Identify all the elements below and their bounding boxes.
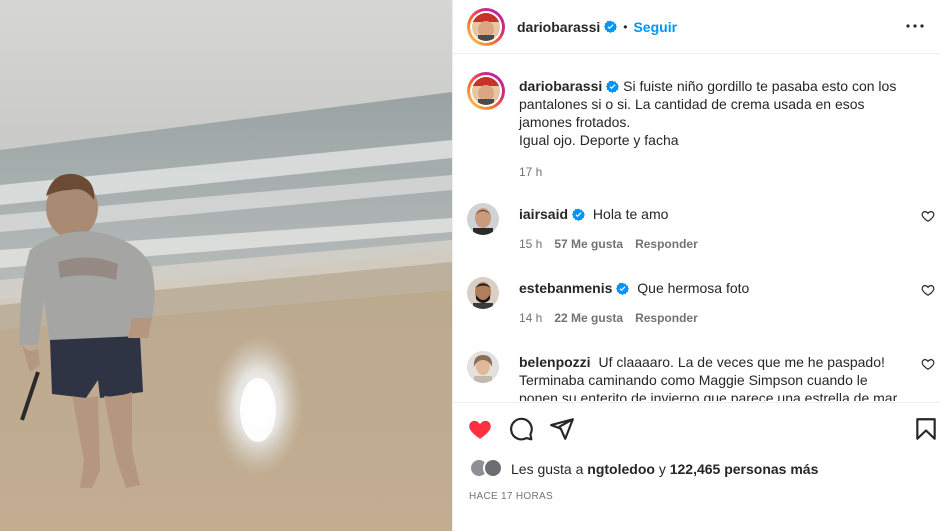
- comment-username[interactable]: belenpozzi: [519, 354, 591, 370]
- avatar: [472, 77, 500, 105]
- likes-suffix[interactable]: personas más: [724, 461, 818, 477]
- likes-summary: Les gusta a ngtoledoo y 122,465 personas…: [469, 458, 818, 480]
- comment-likes-count[interactable]: 57 Me gusta: [554, 237, 623, 251]
- comment-meta: 15 h 57 Me gusta Responder: [519, 237, 698, 251]
- post-author-username[interactable]: dariobarassi: [517, 19, 600, 35]
- comment-like-heart-icon[interactable]: [921, 357, 935, 371]
- comments-list[interactable]: dariobarassi Si fuiste niño gordillo te …: [453, 55, 940, 401]
- commenter-avatar[interactable]: [467, 203, 499, 235]
- caption-timestamp[interactable]: 17 h: [519, 165, 542, 179]
- post-photo[interactable]: [0, 0, 452, 531]
- comment-likes-count[interactable]: 22 Me gusta: [554, 311, 623, 325]
- verified-icon: [604, 20, 618, 33]
- bookmark-icon[interactable]: [913, 416, 939, 442]
- comment-text: Hola te amo: [592, 206, 669, 222]
- comment-like-heart-icon[interactable]: [921, 283, 935, 297]
- verified-icon: [616, 282, 630, 295]
- post-time-ago[interactable]: HACE 17 HORAS: [469, 491, 553, 502]
- avatar: [483, 458, 503, 478]
- comment-timestamp[interactable]: 14 h: [519, 311, 542, 325]
- avatar: [472, 12, 500, 41]
- verified-icon: [606, 80, 620, 93]
- comment-text-block: belenpozzi Uf claaaaro. La de veces que …: [519, 353, 899, 401]
- commenter-avatar[interactable]: [467, 351, 499, 383]
- author-avatar-ring[interactable]: [467, 7, 505, 46]
- beach-photo-image: [0, 0, 452, 531]
- caption-text-line2: Igual ojo. Deporte y facha: [519, 132, 679, 148]
- comment-username[interactable]: estebanmenis: [519, 280, 612, 296]
- likes-count[interactable]: 122,465: [670, 461, 721, 477]
- commenter-avatar[interactable]: [467, 277, 499, 309]
- post-header: dariobarassi • Seguir: [453, 0, 940, 54]
- comment-meta: 14 h 22 Me gusta Responder: [519, 311, 698, 325]
- reply-button[interactable]: Responder: [635, 237, 698, 251]
- caption-username[interactable]: dariobarassi: [519, 78, 602, 94]
- comment-icon[interactable]: [508, 416, 534, 442]
- comment-username[interactable]: iairsaid: [519, 206, 568, 222]
- likes-connector: y: [658, 461, 666, 477]
- caption-text-block: dariobarassi Si fuiste niño gordillo te …: [519, 77, 919, 149]
- liker-username[interactable]: ngtoledoo: [587, 461, 655, 477]
- liker-avatars[interactable]: [469, 458, 505, 480]
- follow-button[interactable]: Seguir: [633, 19, 677, 35]
- comment-text: Que hermosa foto: [637, 280, 750, 296]
- post-details-panel: dariobarassi • Seguir dariobarassi Si fu…: [452, 0, 940, 531]
- verified-icon: [572, 208, 586, 221]
- more-options-button[interactable]: [903, 14, 927, 38]
- share-icon[interactable]: [549, 416, 575, 442]
- reply-button[interactable]: Responder: [635, 311, 698, 325]
- separator-dot: •: [623, 19, 628, 34]
- comment-text-block: estebanmenis Que hermosa foto: [519, 279, 899, 297]
- post-actions: Les gusta a ngtoledoo y 122,465 personas…: [453, 402, 940, 531]
- comment-text-block: iairsaid Hola te amo: [519, 205, 899, 223]
- likes-prefix: Les gusta a: [511, 461, 584, 477]
- heart-icon[interactable]: [467, 416, 493, 442]
- more-options-icon: [906, 24, 924, 28]
- caption-avatar-ring[interactable]: [467, 72, 505, 110]
- comment-timestamp[interactable]: 15 h: [519, 237, 542, 251]
- comment-like-heart-icon[interactable]: [921, 209, 935, 223]
